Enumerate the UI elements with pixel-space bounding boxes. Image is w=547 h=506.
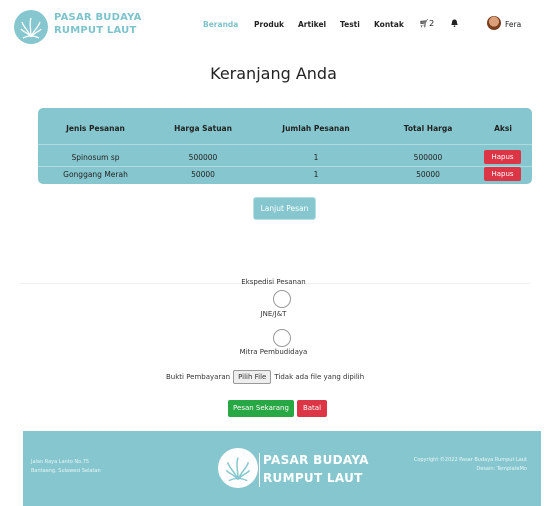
pesan-sekarang-button[interactable]: Pesan Sekarang <box>228 400 294 417</box>
seaweed-logo-icon <box>218 448 258 488</box>
cart-link[interactable]: 🛒︎2 <box>419 19 434 28</box>
lanjut-pesan-button[interactable]: Lanjut Pesan <box>254 198 315 219</box>
brand-name[interactable]: PASAR BUDAYA RUMPUT LAUT <box>54 11 142 37</box>
cell-total: 50000 <box>416 170 440 179</box>
brand-line-2: RUMPUT LAUT <box>54 25 137 36</box>
nav-artikel[interactable]: Artikel <box>298 20 326 29</box>
page-title: Keranjang Anda <box>210 64 337 83</box>
footer-brand: PASAR BUDAYA RUMPUT LAUT <box>263 451 369 487</box>
brand-line-1: PASAR BUDAYA <box>54 12 142 23</box>
nav-kontak[interactable]: Kontak <box>374 20 404 29</box>
site-header: PASAR BUDAYA RUMPUT LAUT Beranda Produk … <box>0 0 547 52</box>
user-name[interactable]: Fera <box>505 20 521 29</box>
nav-testi[interactable]: Testi <box>340 20 360 29</box>
cell-jenis: Spinosum sp <box>71 153 120 162</box>
radio-mitra-pembudidaya[interactable] <box>273 329 291 347</box>
footer-divider <box>259 453 260 487</box>
cell-harga: 50000 <box>191 170 215 179</box>
header-harga-satuan: Harga Satuan <box>174 124 232 133</box>
footer-address-line2: Bantaeng, Sulawesi Selatan <box>31 468 101 474</box>
footer-brand-line1: PASAR BUDAYA <box>263 453 369 467</box>
header-total-harga: Total Harga <box>403 124 453 133</box>
row-divider <box>38 144 532 145</box>
radio-label-jne-jnt: JNE/J&T <box>260 310 287 318</box>
upload-status: Tidak ada file yang dipilih <box>274 373 365 381</box>
bell-icon[interactable] <box>451 19 458 29</box>
shipping-title: Ekspedisi Pesanan <box>241 278 306 286</box>
seaweed-logo-icon[interactable] <box>14 10 48 44</box>
header-jumlah-pesanan: Jumlah Pesanan <box>282 124 350 133</box>
row-divider <box>38 166 532 167</box>
radio-jne-jnt[interactable] <box>273 290 291 308</box>
radio-label-mitra: Mitra Pembudidaya <box>239 348 308 356</box>
header-jenis-pesanan: Jenis Pesanan <box>66 124 125 133</box>
footer-brand-line2: RUMPUT LAUT <box>263 471 363 485</box>
cart-icon: 🛒︎ <box>419 19 430 28</box>
user-avatar[interactable] <box>487 16 501 30</box>
choose-file-button[interactable]: Pilih File <box>233 370 272 384</box>
cart-count: 2 <box>429 19 435 28</box>
nav-produk[interactable]: Produk <box>254 20 284 29</box>
hapus-button[interactable]: Hapus <box>484 167 521 181</box>
cell-jumlah: 1 <box>313 170 319 179</box>
cart-table: Jenis Pesanan Harga Satuan Jumlah Pesana… <box>38 108 532 184</box>
footer-address-line1: Jalan Raya Lanto No.75 <box>31 459 90 465</box>
footer-copyright-text: Copyright ©2022 Pasar Budaya Rumput Laut <box>413 457 527 463</box>
batal-button[interactable]: Batal <box>297 400 327 417</box>
upload-row: Bukti Pembayaran Pilih File Tidak ada file… <box>166 370 364 384</box>
header-aksi: Aksi <box>494 124 512 133</box>
cell-jumlah: 1 <box>313 153 319 162</box>
hapus-button[interactable]: Hapus <box>484 150 521 164</box>
site-footer: Jalan Raya Lanto No.75 Bantaeng, Sulawes… <box>23 431 541 506</box>
upload-label: Bukti Pembayaran <box>166 373 231 381</box>
cell-total: 500000 <box>413 153 443 162</box>
cell-harga: 500000 <box>188 153 218 162</box>
footer-address: Jalan Raya Lanto No.75 Bantaeng, Sulawes… <box>31 458 101 476</box>
footer-design-credit[interactable]: Desain: TemplateMo <box>414 465 527 474</box>
footer-copyright: Copyright ©2022 Pasar Budaya Rumput Laut… <box>414 456 527 474</box>
nav-beranda[interactable]: Beranda <box>203 20 238 29</box>
cell-jenis: Gonggang Merah <box>63 170 128 179</box>
